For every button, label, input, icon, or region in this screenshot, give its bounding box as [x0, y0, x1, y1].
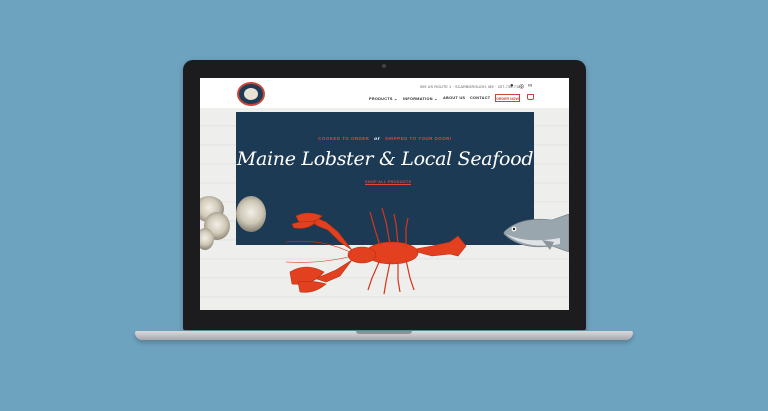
tagline-shipped: SHIPPED TO YOUR DOOR! [385, 136, 452, 141]
fish-image [503, 214, 569, 252]
lobster-image [285, 207, 467, 295]
cart-icon[interactable] [527, 94, 534, 100]
order-now-button[interactable]: ORDER NOW [495, 94, 520, 102]
tagline-or: or [374, 137, 381, 142]
hero-tagline: COOKED TO ORDER or SHIPPED TO YOUR DOOR! [236, 136, 534, 142]
oyster-image [200, 228, 214, 250]
nav-information[interactable]: INFORMATION ⌄ [403, 96, 438, 101]
hero-section: COOKED TO ORDER or SHIPPED TO YOUR DOOR!… [200, 108, 569, 310]
nav-products[interactable]: PRODUCTS ⌄ [369, 96, 398, 101]
oyster-image [236, 196, 266, 232]
shop-all-products-link[interactable]: SHOP ALL PRODUCTS [365, 180, 412, 185]
nav-contact[interactable]: CONTACT [470, 96, 490, 100]
laptop-screen: 909 US ROUTE 1 · SCARBOROUGH, ME · 207-7… [200, 78, 569, 310]
site-logo[interactable] [237, 82, 265, 106]
instagram-icon[interactable]: ◎ [519, 83, 524, 90]
tagline-cooked: COOKED TO ORDER [318, 136, 370, 141]
site-header: 909 US ROUTE 1 · SCARBOROUGH, ME · 207-7… [200, 78, 569, 108]
logo-lobster-icon [244, 88, 258, 100]
laptop-base-notch [356, 331, 412, 334]
tripadvisor-icon[interactable]: ∞ [528, 83, 532, 89]
camera-dot [382, 64, 386, 68]
laptop-base [135, 331, 633, 340]
nav-about-us[interactable]: ABOUT US [443, 96, 465, 100]
header-address: 909 US ROUTE 1 · SCARBOROUGH, ME · 207-7… [420, 85, 523, 89]
facebook-icon[interactable]: ● [510, 83, 514, 89]
hero-headline: Maine Lobster & Local Seafood [236, 148, 534, 170]
